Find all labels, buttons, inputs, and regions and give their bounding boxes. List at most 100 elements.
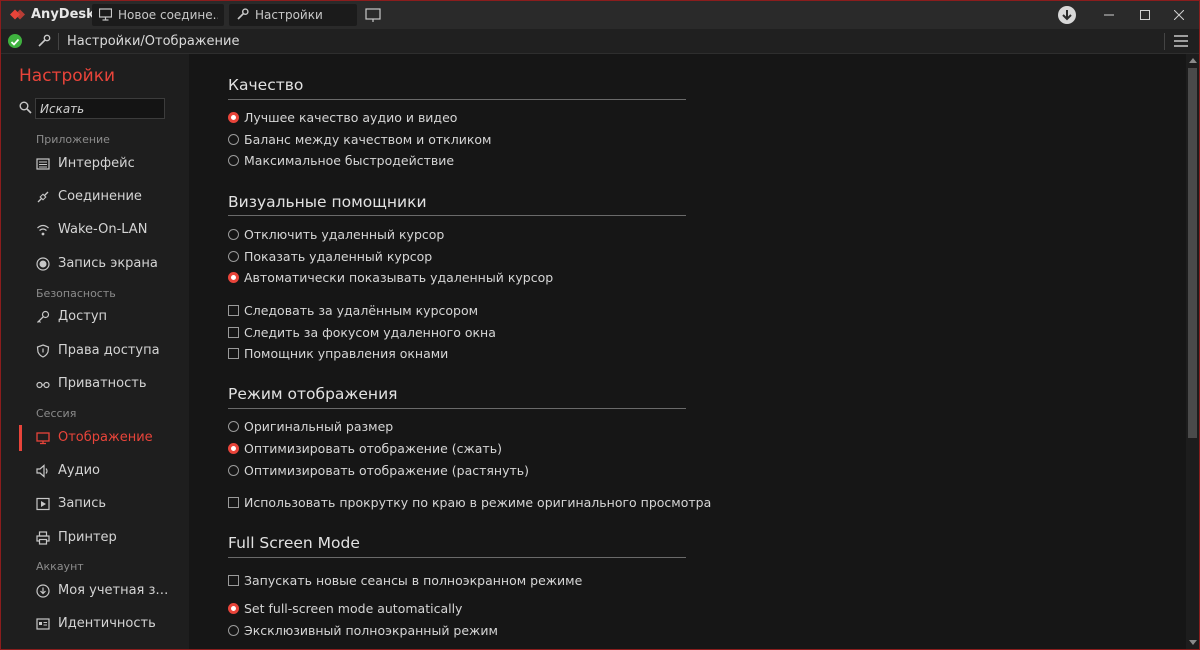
radio-option[interactable]: Эксклюзивный полноэкранный режим bbox=[228, 622, 748, 642]
radio-option[interactable]: Баланс между качеством и откликом bbox=[228, 131, 748, 151]
group-divider bbox=[228, 99, 686, 100]
scroll-thumb[interactable] bbox=[1188, 68, 1197, 438]
sidebar-item-display[interactable]: Отображение bbox=[1, 423, 189, 453]
interface-icon bbox=[36, 158, 50, 170]
sidebar-item-label: Wake-On-LAN bbox=[58, 222, 148, 237]
tab-new-connection[interactable]: Новое соедине... bbox=[92, 4, 224, 26]
radio-option[interactable]: Автоматически показывать удаленный курсо… bbox=[228, 269, 748, 289]
option-label: Оригинальный размер bbox=[244, 419, 394, 434]
sidebar-item-label: Права доступа bbox=[58, 343, 160, 358]
radio-button-checked[interactable] bbox=[228, 112, 239, 123]
option-label: Оптимизировать отображение (сжать) bbox=[244, 441, 502, 456]
minimize-button[interactable] bbox=[1091, 1, 1127, 29]
sidebar-item-label: Запись экрана bbox=[58, 256, 158, 271]
checkbox-option[interactable]: Следовать за удалённым курсором bbox=[228, 302, 748, 322]
download-circle-icon bbox=[36, 584, 50, 598]
wrench-icon bbox=[237, 8, 249, 20]
sidebar-item-screen-recording[interactable]: Запись экрана bbox=[1, 249, 189, 279]
radio-button[interactable] bbox=[228, 421, 239, 432]
radio-option[interactable]: Оптимизировать отображение (растянуть) bbox=[228, 462, 748, 482]
settings-search-input[interactable] bbox=[35, 98, 165, 119]
scroll-up-arrow-icon[interactable] bbox=[1189, 58, 1197, 63]
sidebar-item-connection[interactable]: Соединение bbox=[1, 182, 189, 212]
option-label: Set full-screen mode automatically bbox=[244, 601, 463, 616]
radio-button[interactable] bbox=[228, 625, 239, 636]
tab-settings[interactable]: Настройки bbox=[229, 4, 357, 26]
radio-button-checked[interactable] bbox=[228, 603, 239, 614]
checkbox-option[interactable]: Помощник управления окнами bbox=[228, 345, 748, 365]
radio-button[interactable] bbox=[228, 134, 239, 145]
shield-icon bbox=[36, 344, 50, 358]
scroll-down-arrow-icon[interactable] bbox=[1189, 640, 1197, 645]
sidebar-item-access[interactable]: Доступ bbox=[1, 302, 189, 332]
monitor-icon bbox=[36, 432, 50, 445]
menu-hamburger-icon[interactable] bbox=[1173, 34, 1189, 48]
section-label-application: Приложение bbox=[36, 133, 110, 146]
checkbox[interactable] bbox=[228, 497, 239, 508]
radio-option[interactable]: Показать удаленный курсор bbox=[228, 248, 748, 268]
radio-option[interactable]: Оптимизировать отображение (сжать) bbox=[228, 440, 748, 460]
radio-option[interactable]: Оригинальный размер bbox=[228, 418, 748, 438]
sidebar-item-my-account[interactable]: Моя учетная запи... bbox=[1, 576, 189, 606]
option-label: Следить за фокусом удаленного окна bbox=[244, 325, 496, 340]
sidebar-item-audio[interactable]: Аудио bbox=[1, 456, 189, 486]
content-scrollbar[interactable] bbox=[1186, 54, 1199, 649]
radio-option[interactable]: Максимальное быстродействие bbox=[228, 152, 748, 172]
radio-option[interactable]: Лучшее качество аудио и видео bbox=[228, 109, 748, 129]
checkbox[interactable] bbox=[228, 348, 239, 359]
new-tab-monitor-icon[interactable] bbox=[363, 5, 383, 25]
sidebar-item-label: Приватность bbox=[58, 376, 147, 391]
sidebar-item-label: Интерфейс bbox=[58, 156, 135, 171]
option-label: Лучшее качество аудио и видео bbox=[244, 110, 458, 125]
radio-option[interactable]: Отключить удаленный курсор bbox=[228, 226, 748, 246]
maximize-button[interactable] bbox=[1127, 1, 1163, 29]
sidebar-item-wake-on-lan[interactable]: Wake-On-LAN bbox=[1, 215, 189, 245]
sidebar-item-recording[interactable]: Запись bbox=[1, 489, 189, 519]
title-bar: AnyDesk Новое соедине... Настройки bbox=[1, 1, 1199, 29]
sidebar-title: Настройки bbox=[19, 66, 116, 86]
sidebar-item-label: Запись bbox=[58, 496, 107, 511]
sidebar-item-permissions[interactable]: Права доступа bbox=[1, 336, 189, 366]
radio-option[interactable]: Set full-screen mode automatically bbox=[228, 600, 748, 620]
checkbox[interactable] bbox=[228, 575, 239, 586]
download-update-button[interactable] bbox=[1058, 6, 1076, 24]
sidebar-item-printer[interactable]: Принтер bbox=[1, 523, 189, 553]
key-icon bbox=[37, 310, 50, 323]
radio-button-checked[interactable] bbox=[228, 443, 239, 454]
sidebar-item-identity[interactable]: Идентичность bbox=[1, 609, 189, 639]
option-label: Помощник управления окнами bbox=[244, 346, 449, 361]
sidebar-item-interface[interactable]: Интерфейс bbox=[1, 149, 189, 179]
section-label-session: Сессия bbox=[36, 407, 77, 420]
checkbox[interactable] bbox=[228, 305, 239, 316]
checkbox-option[interactable]: Использовать прокрутку по краю в режиме … bbox=[228, 494, 748, 514]
sidebar-item-label: Аудио bbox=[58, 463, 100, 478]
checkbox[interactable] bbox=[228, 327, 239, 338]
group-title-display-mode: Режим отображения bbox=[228, 385, 398, 403]
radio-button[interactable] bbox=[228, 465, 239, 476]
anydesk-logo-icon bbox=[10, 9, 25, 20]
sidebar-item-privacy[interactable]: Приватность bbox=[1, 369, 189, 399]
sidebar-item-label: Идентичность bbox=[58, 616, 156, 631]
close-button[interactable] bbox=[1161, 1, 1197, 29]
connection-icon bbox=[37, 191, 49, 203]
radio-button-checked[interactable] bbox=[228, 272, 239, 283]
connection-status-icon bbox=[8, 34, 22, 48]
record-dot-icon bbox=[36, 257, 50, 271]
tab-label: Настройки bbox=[255, 8, 323, 22]
option-label: Запускать новые сеансы в полноэкранном р… bbox=[244, 573, 583, 588]
group-title-quality: Качество bbox=[228, 76, 304, 94]
section-label-account: Аккаунт bbox=[36, 560, 84, 573]
checkbox-option[interactable]: Запускать новые сеансы в полноэкранном р… bbox=[228, 572, 748, 592]
checkbox-option[interactable]: Следить за фокусом удаленного окна bbox=[228, 324, 748, 344]
radio-button[interactable] bbox=[228, 155, 239, 166]
sidebar-item-label: Отображение bbox=[58, 430, 153, 445]
search-icon bbox=[19, 101, 32, 114]
radio-button[interactable] bbox=[228, 251, 239, 262]
option-label: Баланс между качеством и откликом bbox=[244, 132, 492, 147]
printer-icon bbox=[36, 531, 50, 545]
sidebar-item-label: Доступ bbox=[58, 309, 108, 324]
option-label: Автоматически показывать удаленный курсо… bbox=[244, 270, 554, 285]
minimize-icon bbox=[1104, 14, 1114, 16]
option-label: Показать удаленный курсор bbox=[244, 249, 433, 264]
radio-button[interactable] bbox=[228, 229, 239, 240]
